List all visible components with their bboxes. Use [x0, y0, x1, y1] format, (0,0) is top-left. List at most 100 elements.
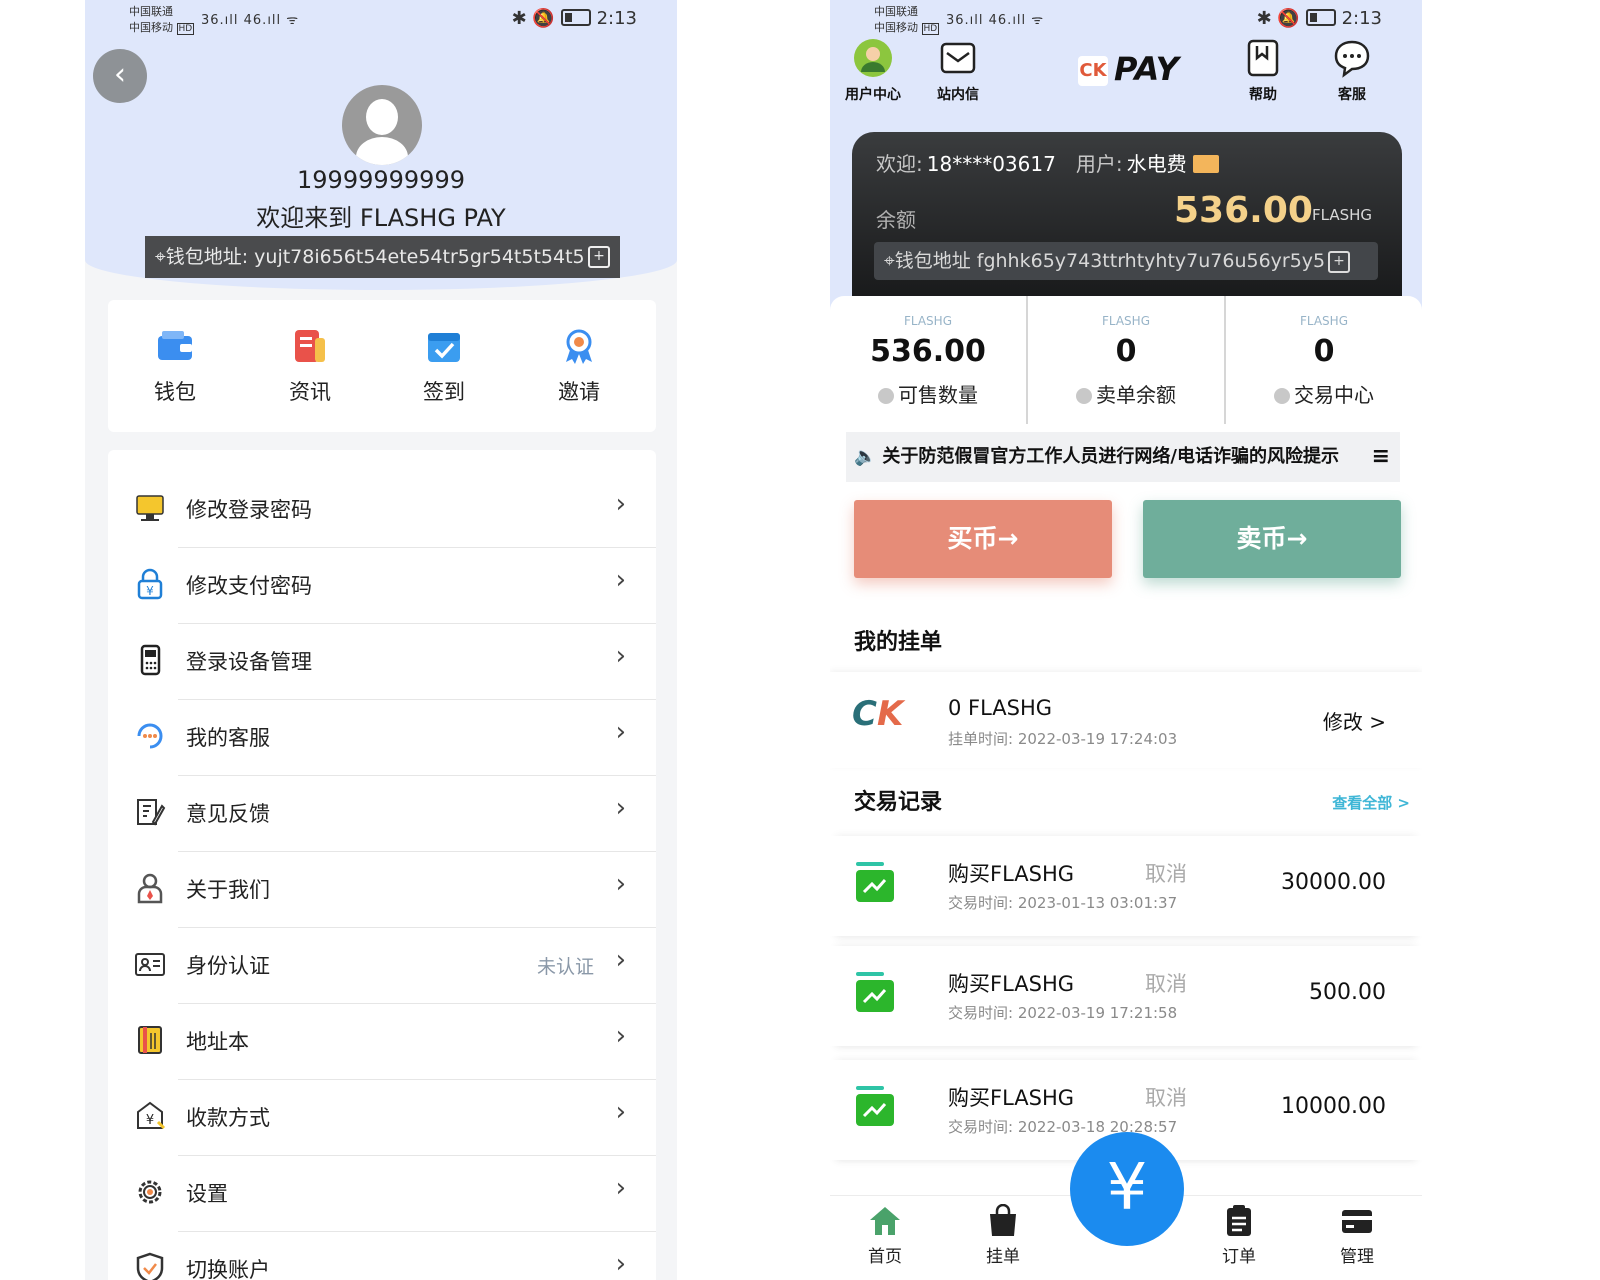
edit-order-link[interactable]: 修改 >	[1323, 706, 1386, 735]
my-order-item[interactable]: CK 0 FLASHG 挂单时间: 2022-03-19 17:24:03 修改…	[830, 672, 1422, 768]
copy-icon[interactable]: +	[1328, 251, 1350, 273]
transaction-row[interactable]: 购买FLASHG 取消 交易时间: 2022-03-19 17:21:58 50…	[830, 946, 1422, 1046]
menu-customer-service[interactable]: 我的客服 ›	[108, 700, 656, 776]
quick-invite[interactable]: 邀请	[534, 328, 624, 406]
payment-method-icon: ¥	[137, 1101, 166, 1130]
shopping-bag-icon	[990, 1204, 1016, 1236]
stat-available[interactable]: FLASHG 536.00 可售数量	[830, 314, 1026, 408]
tx-status: 取消	[1145, 972, 1187, 996]
wallet-address: yujt78i656t54ete54tr5gr54t5t54t5	[254, 246, 585, 268]
battery-icon	[1305, 9, 1336, 26]
yuan-fab-button[interactable]: ¥	[1070, 1132, 1184, 1246]
tab-orders[interactable]: 订单	[1204, 1204, 1274, 1267]
menu-label: 设置	[186, 1182, 228, 1206]
buy-coin-button[interactable]: 买币→	[854, 500, 1112, 578]
nav-user-center[interactable]: 用户中心	[838, 38, 908, 104]
copy-icon[interactable]: +	[588, 246, 610, 268]
profile-screen: 中国联通 中国移动 HD 36.ıll 46.ıll ᯤ ✱ 🔕 2:13 ‹ …	[85, 0, 677, 1280]
home-screen: 中国联通 中国移动 HD 36.ıll 46.ıll ᯤ ✱ 🔕 2:13 用户…	[830, 0, 1422, 1280]
tab-home-label: 首页	[868, 1247, 902, 1267]
wallet-icon	[158, 331, 192, 360]
user-name: 水电费	[1126, 152, 1187, 176]
tab-listed-label: 挂单	[986, 1247, 1020, 1267]
about-icon	[137, 873, 163, 904]
account-info: 欢迎: 18****03617 用户: 水电费	[876, 148, 1219, 177]
quick-wallet[interactable]: 钱包	[130, 328, 220, 406]
menu-label: 收款方式	[186, 1106, 270, 1130]
menu-label: 我的客服	[186, 726, 270, 750]
chevron-left-icon: ‹	[114, 57, 126, 92]
bluetooth-icon: ✱	[511, 8, 527, 29]
menu-label: 地址本	[186, 1030, 249, 1054]
transaction-row[interactable]: 购买FLASHG 取消 交易时间: 2023-01-13 03:01:37 30…	[830, 836, 1422, 936]
trend-chart-icon	[856, 862, 894, 902]
tab-manage[interactable]: 管理	[1322, 1204, 1392, 1267]
avatar[interactable]	[342, 85, 422, 165]
menu-identity-verification[interactable]: 身份认证 未认证 ›	[108, 928, 656, 1004]
menu-label: 修改支付密码	[186, 574, 312, 598]
nav-inbox[interactable]: 站内信	[923, 38, 993, 104]
nav-help[interactable]: 帮助	[1228, 38, 1298, 104]
menu-switch-account[interactable]: 切换账户 ›	[108, 1232, 656, 1280]
clipboard-icon	[1227, 1205, 1251, 1236]
nav-user-center-label: 用户中心	[845, 87, 901, 103]
tx-time: 交易时间: 2022-03-19 17:21:58	[948, 1004, 1178, 1022]
nav-service-label: 客服	[1338, 87, 1366, 103]
chat-bubble-icon	[1334, 40, 1370, 78]
menu-device-management[interactable]: 登录设备管理 ›	[108, 624, 656, 700]
status-bar: 中国联通 中国移动 HD 36.ıll 46.ıll ᯤ ✱ 🔕 2:13	[830, 0, 1422, 40]
order-time: 挂单时间: 2022-03-19 17:24:03	[948, 730, 1178, 748]
wallet-label: 钱包地址	[894, 250, 971, 272]
settings-menu: 修改登录密码 › ¥ 修改支付密码 › 登录设备管理 › 我的客服 › 意见反馈…	[108, 450, 656, 1280]
account-phone: 18****03617	[926, 152, 1056, 176]
quick-actions: 钱包 资讯 签到 邀请	[108, 300, 656, 432]
verification-status: 未认证	[536, 956, 594, 978]
menu-change-login-password[interactable]: 修改登录密码 ›	[108, 472, 656, 548]
app-logo: CK PAY	[1078, 50, 1188, 90]
user-phone: 19999999999	[297, 166, 465, 194]
ck-logo-mark: CK	[1078, 56, 1108, 86]
balance-unit: FLASHG	[1312, 206, 1373, 224]
stat-trading-center[interactable]: FLASHG 0 交易中心	[1226, 314, 1422, 408]
balance-label: 余额	[876, 208, 916, 232]
chevron-right-icon: ›	[615, 641, 626, 671]
tx-amount: 500.00	[1309, 980, 1386, 1005]
back-button[interactable]: ‹	[93, 49, 147, 103]
coin-icon	[878, 388, 894, 404]
my-orders-title: 我的挂单	[854, 630, 943, 655]
invite-icon	[566, 329, 592, 364]
carrier-2: 中国移动	[129, 21, 173, 34]
view-all-link[interactable]: 查看全部 >	[1332, 792, 1410, 813]
tx-amount: 30000.00	[1281, 870, 1386, 895]
menu-settings[interactable]: 设置 ›	[108, 1156, 656, 1232]
quick-invite-label: 邀请	[558, 380, 600, 404]
menu-address-book[interactable]: 地址本 ›	[108, 1004, 656, 1080]
sell-coin-button[interactable]: 卖币→	[1143, 500, 1401, 578]
tab-listed-orders[interactable]: 挂单	[968, 1204, 1038, 1267]
menu-about-us[interactable]: 关于我们 ›	[108, 852, 656, 928]
quick-checkin[interactable]: 签到	[399, 328, 489, 406]
ck-logo-icon: CK	[852, 694, 904, 734]
location-pin-icon: ⌖	[884, 250, 895, 272]
menu-icon[interactable]: ≡	[1365, 432, 1390, 482]
id-card-icon	[1192, 155, 1219, 173]
trend-chart-icon	[856, 972, 894, 1012]
tab-home[interactable]: 首页	[850, 1204, 920, 1267]
settings-icon	[138, 1180, 162, 1204]
wallet-address: fghhk65y743ttrhtyhty7u76u56yr5y5	[976, 250, 1326, 272]
menu-label: 身份认证	[186, 954, 270, 978]
menu-change-pay-password[interactable]: ¥ 修改支付密码 ›	[108, 548, 656, 624]
stat-sell-balance[interactable]: FLASHG 0 卖单余额	[1028, 314, 1224, 408]
quick-news[interactable]: 资讯	[265, 328, 355, 406]
menu-payment-methods[interactable]: ¥ 收款方式 ›	[108, 1080, 656, 1156]
tx-title: 购买FLASHG	[948, 1086, 1075, 1110]
chevron-right-icon: ›	[615, 793, 626, 823]
menu-label: 意见反馈	[186, 802, 270, 826]
notice-bar[interactable]: 🔈 关于防范假冒官方工作人员进行网络/电话诈骗的风险提示 ≡	[846, 432, 1400, 482]
id-card-icon	[135, 953, 165, 976]
nav-service[interactable]: 客服	[1317, 38, 1387, 104]
order-amount: 0 FLASHG	[948, 696, 1053, 720]
speaker-icon: 🔈	[854, 446, 877, 467]
tab-manage-label: 管理	[1340, 1247, 1374, 1267]
menu-feedback[interactable]: 意见反馈 ›	[108, 776, 656, 852]
